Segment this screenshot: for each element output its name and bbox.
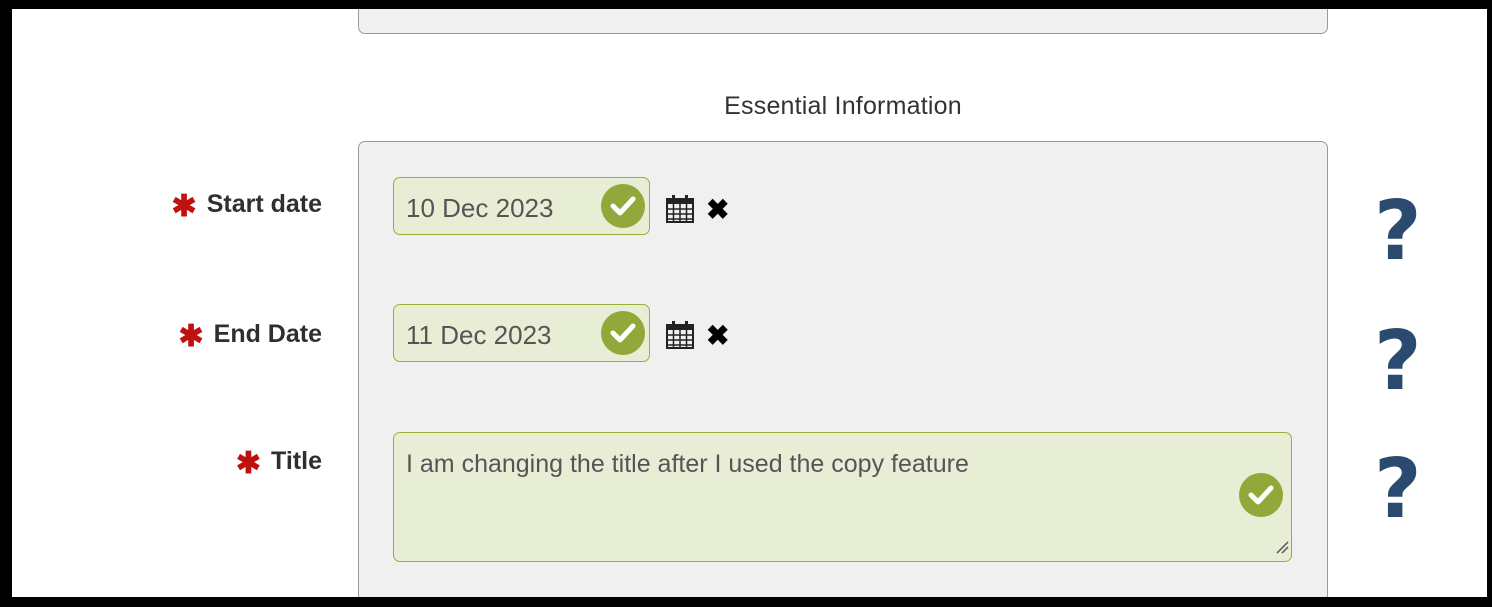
section-heading: Essential Information	[724, 92, 962, 120]
check-circle-icon	[1239, 473, 1283, 517]
check-circle-icon	[601, 311, 645, 355]
help-icon[interactable]: ?	[1374, 191, 1422, 273]
title-textarea[interactable]: I am changing the title after I used the…	[393, 432, 1292, 562]
title-label-text: Title	[271, 447, 322, 475]
end-date-label: ✱ End Date	[178, 315, 323, 353]
required-asterisk-icon: ✱	[235, 447, 262, 480]
start-date-value[interactable]: 10 Dec 2023	[406, 193, 553, 224]
start-date-label: ✱ Start date	[171, 185, 322, 223]
help-icon[interactable]: ?	[1374, 321, 1422, 403]
end-date-input[interactable]: 11 Dec 2023	[393, 304, 650, 362]
check-circle-icon	[601, 184, 645, 228]
resize-grip-icon[interactable]	[1273, 538, 1289, 559]
calendar-icon[interactable]	[665, 320, 695, 355]
start-date-label-text: Start date	[206, 190, 322, 218]
clear-start-date-icon[interactable]: ✖	[706, 196, 729, 224]
start-date-input[interactable]: 10 Dec 2023	[393, 177, 650, 235]
help-icon[interactable]: ?	[1374, 449, 1422, 531]
required-asterisk-icon: ✱	[178, 320, 204, 353]
title-value[interactable]: I am changing the title after I used the…	[406, 450, 969, 479]
clear-end-date-icon[interactable]: ✖	[706, 322, 729, 350]
end-date-label-text: End Date	[213, 320, 322, 348]
form-frame: Essential Information ✱ Start date 10 Dec…	[12, 9, 1487, 597]
previous-section-panel	[358, 9, 1328, 34]
end-date-value[interactable]: 11 Dec 2023	[406, 320, 552, 351]
calendar-icon[interactable]	[665, 194, 695, 229]
title-label: ✱ Title	[235, 442, 322, 480]
required-asterisk-icon: ✱	[171, 190, 197, 223]
